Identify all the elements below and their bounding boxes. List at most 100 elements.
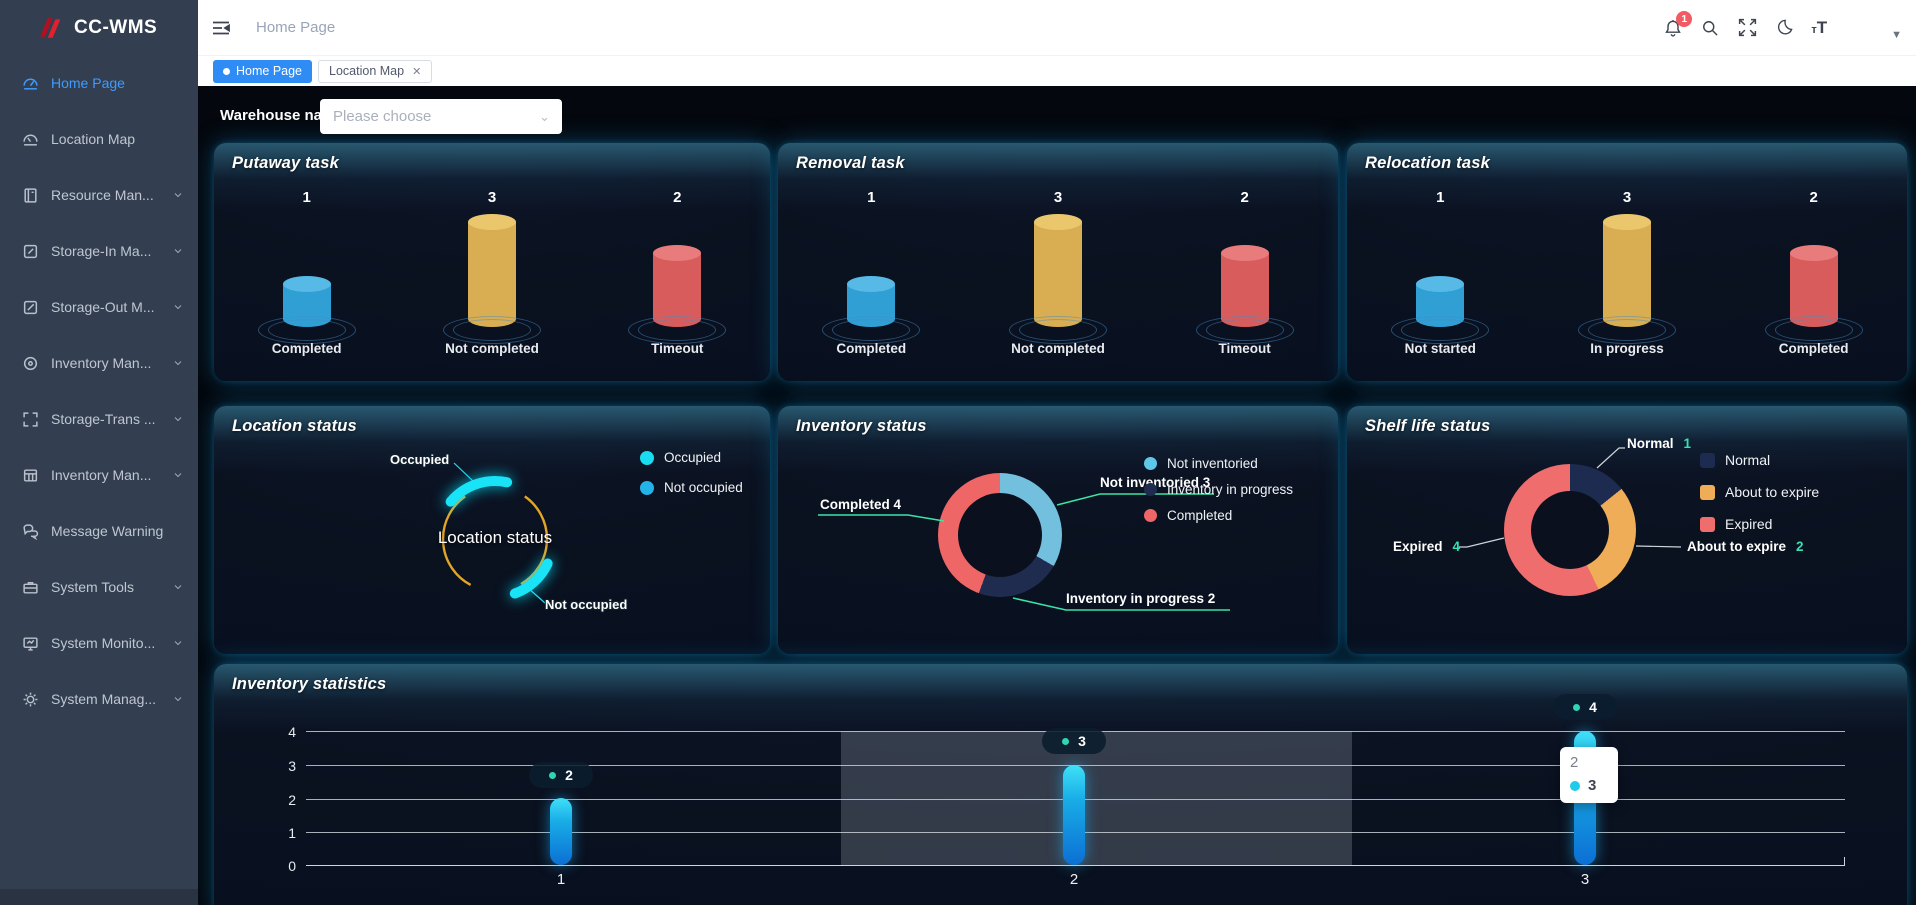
callout-completed: Completed 4 [820,497,901,512]
stat-bar-2 [1063,765,1085,866]
badge-dot [549,772,556,779]
removal-chart: 1 Completed 3 Not completed 2 Timeout [778,189,1338,327]
tabbar: Home Page Location Map ✕ [198,55,1916,86]
edit-square-icon [22,243,39,260]
bar-label: Not completed [445,341,539,356]
legend-item-normal[interactable]: Normal [1700,452,1819,468]
tab-location-map[interactable]: Location Map ✕ [318,60,432,83]
chart-tooltip: 2 3 [1560,747,1618,803]
sidebar-item-home-page[interactable]: Home Page [0,55,198,111]
y-tick-label: 2 [266,792,296,808]
chevron-down-icon [172,693,184,705]
callout-about-to-expire: About to expire2 [1687,539,1804,554]
x-axis-line [306,865,1845,866]
bar-value: 3 [488,189,496,206]
value-badge-3: 4 [1553,694,1617,720]
badge-dot [1062,738,1069,745]
select-chevron-icon: ⌄ [539,109,550,125]
putaway-chart: 1 Completed 3 Not completed 2 Timeout [214,189,770,327]
avatar-caret-icon[interactable]: ▼ [1891,29,1902,41]
inventory-statistics-panel: Inventory statistics 4 3 2 1 0 2 3 4 2 3… [214,664,1907,905]
sidebar-item-system-tools[interactable]: System Tools [0,559,198,615]
legend-item-not-inventoried[interactable]: Not inventoried [1144,456,1293,471]
sidebar-item-inventory-manifest[interactable]: Inventory Man... [0,447,198,503]
topbar-actions: 1 тT ▼ [1663,0,1902,55]
sidebar-item-resource-management[interactable]: Resource Man... [0,167,198,223]
dark-mode-moon-icon[interactable] [1775,18,1794,37]
expand-arrows-icon [22,411,39,428]
donut-hole [1531,491,1609,569]
legend-item-expired[interactable]: Expired [1700,516,1819,532]
value-badge-1: 2 [529,762,593,788]
sidebar-item-storage-out[interactable]: Storage-Out M... [0,279,198,335]
chevron-down-icon [172,581,184,593]
location-status-legend: Occupied Not occupied [640,450,743,495]
legend-item-in-progress[interactable]: Inventory in progress [1144,482,1293,497]
sidebar-item-message-warning[interactable]: Message Warning [0,503,198,559]
avatar[interactable] [1844,10,1880,46]
chevron-down-icon [172,413,184,425]
shelf-life-status-panel: Shelf life status Normal1 About to expir… [1347,406,1907,654]
sidebar-item-inventory-management[interactable]: Inventory Man... [0,335,198,391]
search-icon[interactable] [1700,18,1720,38]
sidebar-item-storage-transfer[interactable]: Storage-Trans ... [0,391,198,447]
callout-expired: Expired4 [1393,539,1460,554]
collapse-menu-icon[interactable] [212,20,230,36]
bar-value: 2 [673,189,681,206]
occupied-callout: Occupied [390,452,449,467]
target-icon [22,355,39,372]
shelf-life-legend: Normal About to expire Expired [1700,452,1819,532]
chevron-down-icon [172,245,184,257]
app-logo[interactable]: CC-WMS [0,0,198,55]
legend-swatch [1700,517,1715,532]
chevron-down-icon [172,301,184,313]
panel-title: Removal task [796,154,905,173]
tab-home-page[interactable]: Home Page [213,60,312,83]
app-title: CC-WMS [74,17,157,39]
warehouse-select-input[interactable] [333,108,539,125]
fullscreen-icon[interactable] [1737,17,1758,38]
close-tab-icon[interactable]: ✕ [412,65,421,78]
notification-badge: 1 [1676,11,1692,27]
sidebar: CC-WMS Home Page Location Map Resource M… [0,0,198,905]
sidebar-item-storage-in[interactable]: Storage-In Ma... [0,223,198,279]
x-tick-label: 1 [557,871,565,888]
panel-title: Relocation task [1365,154,1490,173]
legend-swatch [1700,485,1715,500]
legend-dot [1144,483,1157,496]
callout-in-progress: Inventory in progress 2 [1066,591,1215,606]
sidebar-item-system-monitoring[interactable]: System Monito... [0,615,198,671]
not-occupied-callout: Not occupied [545,597,627,612]
notification-bell-icon[interactable]: 1 [1663,18,1683,38]
sidebar-collapse-strip[interactable] [0,889,198,905]
y-tick-label: 1 [266,825,296,841]
font-size-icon[interactable]: тT [1811,19,1827,36]
legend-item-occupied[interactable]: Occupied [640,450,743,465]
legend-item-about-to-expire[interactable]: About to expire [1700,484,1819,500]
sidebar-nav: Home Page Location Map Resource Man... S… [0,55,198,727]
legend-swatch [1700,453,1715,468]
legend-dot [1144,509,1157,522]
legend-item-completed[interactable]: Completed [1144,508,1293,523]
chevron-down-icon [172,189,184,201]
chevron-down-icon [172,357,184,369]
sidebar-item-system-management[interactable]: System Manag... [0,671,198,727]
inventory-status-panel: Inventory status Completed 4 Not invento… [778,406,1338,654]
bar-label: Completed [272,341,342,356]
y-tick-label: 3 [266,758,296,774]
callout-normal: Normal1 [1627,436,1691,451]
y-tick-label: 0 [266,858,296,874]
panel-title: Shelf life status [1365,417,1490,436]
removal-task-panel: Removal task 1 Completed 3 Not completed… [778,143,1338,381]
panel-title: Inventory statistics [232,675,386,694]
bar-label: Timeout [651,341,703,356]
message-bubbles-icon [22,523,39,540]
warehouse-select[interactable]: ⌄ [320,99,562,134]
legend-item-not-occupied[interactable]: Not occupied [640,480,743,495]
breadcrumb: Home Page [256,19,335,36]
logo-icon [38,15,64,41]
stat-bar-1 [550,798,572,865]
edit-square-icon [22,299,39,316]
sidebar-item-location-map[interactable]: Location Map [0,111,198,167]
chevron-down-icon [172,469,184,481]
